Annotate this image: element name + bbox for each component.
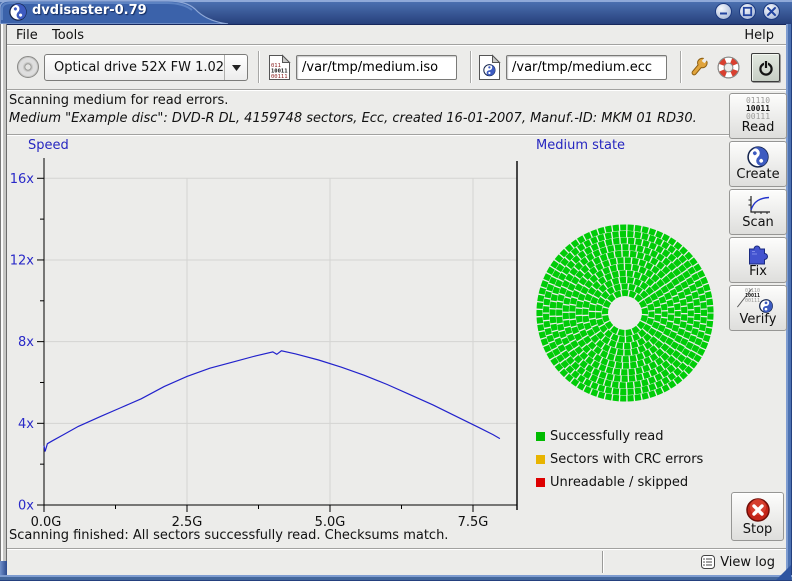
fix-button[interactable]: Fix [729,237,787,283]
drive-select-value: Optical drive 52X FW 1.02 [45,60,224,75]
separator [7,89,786,91]
scan-result-status: Scanning finished: All sectors successfu… [9,528,448,543]
medium-state-legend: Successfully read Sectors with CRC error… [536,425,703,494]
read-button[interactable]: 011101001100111 Read [729,93,787,139]
read-button-label: Read [742,121,775,135]
app-icon [9,3,27,21]
stop-button[interactable]: Stop [731,492,784,541]
view-log-button[interactable]: View log [697,552,778,572]
svg-text:12x: 12x [10,253,35,268]
svg-text:16x: 16x [10,172,35,187]
bottom-bar-separator [602,551,604,573]
toolbar: Optical drive 52X FW 1.02 011 10011 0011… [7,46,786,89]
bottom-bar: View log [7,550,786,575]
toolbar-separator [470,51,472,83]
title-bar[interactable]: dvdisaster-0.79 [0,0,792,25]
menu-bar: File Tools Help [7,25,786,46]
speed-chart-title: Speed [28,138,69,153]
close-icon [766,6,777,17]
exit-button[interactable] [751,53,780,82]
drive-select[interactable]: Optical drive 52X FW 1.02 [44,54,248,81]
ecc-file-icon [478,54,501,81]
fix-icon [746,241,771,265]
scan-button-label: Scan [742,216,774,230]
svg-text:8x: 8x [18,335,34,350]
legend-label: Successfully read [550,429,663,444]
resize-grip[interactable] [776,565,791,580]
svg-text:7.5G: 7.5G [458,515,489,530]
toolbar-separator [680,51,682,83]
menu-help[interactable]: Help [740,27,778,44]
maximize-button[interactable] [739,3,756,20]
view-log-label: View log [720,555,775,570]
svg-text:4x: 4x [18,417,34,432]
minimize-icon [718,6,729,17]
action-status-line: Scanning medium for read errors. [9,93,228,108]
fix-button-label: Fix [749,265,767,279]
medium-state-disc [518,158,730,414]
legend-swatch-green [536,432,545,441]
log-icon [700,554,716,570]
medium-state-title: Medium state [536,138,625,153]
medium-info-line: Medium "Example disc": DVD-R DL, 4159748… [9,111,697,126]
legend-item: Sectors with CRC errors [536,448,703,471]
window-bottom-border [0,575,792,581]
scan-button[interactable]: Scan [729,189,787,235]
create-button-label: Create [736,168,779,182]
verify-button[interactable]: 011101001100111 Verify [729,285,787,331]
create-button[interactable]: Create [729,141,787,187]
preferences-wrench-icon[interactable] [687,55,711,79]
minimize-button[interactable] [715,3,732,20]
legend-swatch-red [536,478,545,487]
create-icon [747,146,769,168]
help-lifesaver-icon[interactable] [716,55,741,80]
legend-label: Unreadable / skipped [550,475,688,490]
stop-button-label: Stop [743,523,773,537]
scan-icon [745,194,772,216]
toolbar-separator [258,51,260,83]
svg-text:0x: 0x [18,499,34,514]
app-window: dvdisaster-0.79 File Tools Help [0,0,792,581]
menu-tools[interactable]: Tools [48,27,88,44]
iso-file-icon: 011 10011 00111 [268,54,291,81]
chevron-down-icon [224,55,247,80]
power-icon [757,59,775,77]
speed-chart: 0x4x8x12x16x0.0G2.5G5.0G7.5G [0,155,522,530]
legend-item: Successfully read [536,425,703,448]
legend-item: Unreadable / skipped [536,471,703,494]
legend-label: Sectors with CRC errors [550,452,703,467]
ecc-path-input[interactable] [506,55,667,80]
verify-icon: 011101001100111 [743,289,773,313]
optical-drive-icon [16,55,40,79]
legend-swatch-yellow [536,455,545,464]
stop-icon [745,497,771,523]
iso-path-input[interactable] [296,55,457,80]
svg-text:00111: 00111 [271,74,288,80]
window-title: dvdisaster-0.79 [32,3,147,18]
read-icon: 011101001100111 [746,97,770,121]
menu-file[interactable]: File [12,27,42,44]
separator [7,134,786,136]
maximize-icon [742,6,753,17]
close-button[interactable] [763,3,780,20]
verify-button-label: Verify [740,313,777,327]
